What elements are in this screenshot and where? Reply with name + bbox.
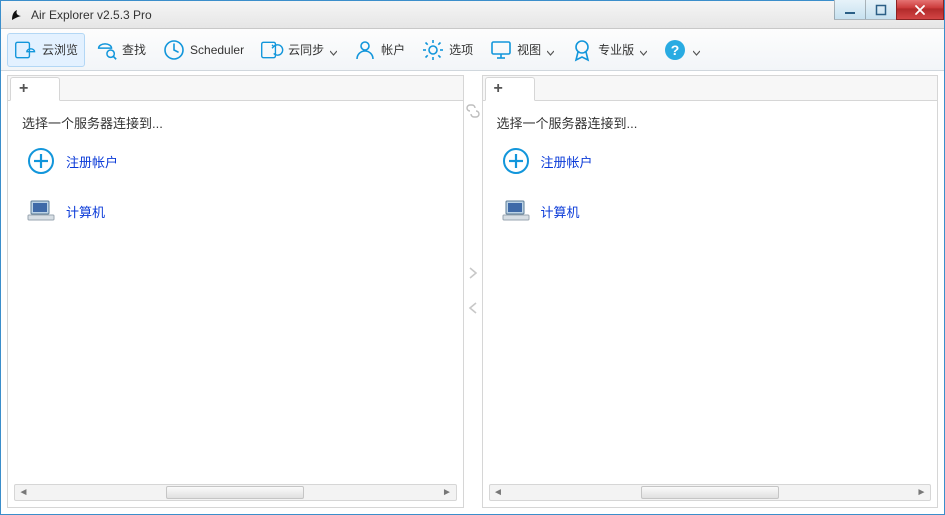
toolbar-cloud-sync-label: 云同步 bbox=[288, 41, 324, 58]
right-computer-link[interactable]: 计算机 bbox=[541, 202, 580, 221]
link-panes-icon[interactable] bbox=[465, 103, 481, 122]
plus-icon: + bbox=[19, 80, 28, 98]
left-register-link[interactable]: 注册帐户 bbox=[66, 152, 118, 171]
left-prompt-text: 选择一个服务器连接到... bbox=[22, 113, 453, 132]
toolbar-view-label: 视图 bbox=[517, 41, 541, 58]
right-prompt-text: 选择一个服务器连接到... bbox=[497, 113, 928, 132]
minimize-button[interactable] bbox=[834, 0, 866, 20]
toolbar-scheduler-label: Scheduler bbox=[190, 43, 244, 57]
toolbar-accounts-label: 帐户 bbox=[381, 41, 405, 58]
right-add-tab[interactable]: + bbox=[485, 77, 535, 101]
scroll-track[interactable] bbox=[507, 486, 914, 499]
pane-divider[interactable] bbox=[464, 75, 482, 508]
collapse-left-icon[interactable] bbox=[468, 301, 478, 318]
toolbar-cloud-browse-label: 云浏览 bbox=[42, 41, 78, 58]
toolbar-help[interactable]: ? bbox=[656, 33, 707, 67]
left-computer-row[interactable]: 计算机 bbox=[26, 196, 453, 226]
scroll-right-icon[interactable]: ► bbox=[439, 485, 456, 500]
right-tabstrip: + bbox=[483, 76, 938, 101]
clock-icon bbox=[162, 38, 186, 62]
scroll-right-icon[interactable]: ► bbox=[913, 485, 930, 500]
scroll-left-icon[interactable]: ◄ bbox=[15, 485, 32, 500]
plus-icon: + bbox=[494, 80, 503, 98]
left-horizontal-scrollbar[interactable]: ◄ ► bbox=[14, 484, 457, 501]
right-horizontal-scrollbar[interactable]: ◄ ► bbox=[489, 484, 932, 501]
chevron-down-icon bbox=[547, 46, 554, 53]
right-pane: + 选择一个服务器连接到... 注册帐户 计算机 ◄ bbox=[482, 75, 939, 508]
chevron-down-icon bbox=[330, 46, 337, 53]
scroll-thumb[interactable] bbox=[641, 486, 779, 499]
plus-circle-icon bbox=[26, 146, 56, 176]
toolbar-accounts[interactable]: 帐户 bbox=[346, 33, 412, 67]
plus-circle-icon bbox=[501, 146, 531, 176]
app-icon bbox=[9, 7, 25, 23]
computer-icon bbox=[501, 196, 531, 226]
search-cloud-icon bbox=[94, 38, 118, 62]
toolbar-search-label: 查找 bbox=[122, 41, 146, 58]
gear-icon bbox=[421, 38, 445, 62]
close-button[interactable] bbox=[896, 0, 944, 20]
user-icon bbox=[353, 38, 377, 62]
toolbar-search[interactable]: 查找 bbox=[87, 33, 153, 67]
badge-icon bbox=[570, 38, 594, 62]
help-icon: ? bbox=[663, 38, 687, 62]
monitor-icon bbox=[489, 38, 513, 62]
chevron-down-icon bbox=[640, 46, 647, 53]
cloud-browse-icon bbox=[14, 38, 38, 62]
svg-text:?: ? bbox=[671, 42, 680, 58]
toolbar-pro-label: 专业版 bbox=[598, 41, 634, 58]
content-area: + 选择一个服务器连接到... 注册帐户 计算机 ◄ bbox=[1, 71, 944, 514]
chevron-down-icon bbox=[693, 46, 700, 53]
toolbar-options-label: 选项 bbox=[449, 41, 473, 58]
main-toolbar: 云浏览 查找 Scheduler 云同步 帐户 选项 视图 bbox=[1, 29, 944, 71]
title-bar: Air Explorer v2.5.3 Pro bbox=[1, 1, 944, 29]
left-computer-link[interactable]: 计算机 bbox=[66, 202, 105, 221]
left-tabstrip: + bbox=[8, 76, 463, 101]
right-register-row[interactable]: 注册帐户 bbox=[501, 146, 928, 176]
scroll-left-icon[interactable]: ◄ bbox=[490, 485, 507, 500]
sync-icon bbox=[260, 38, 284, 62]
toolbar-cloud-sync[interactable]: 云同步 bbox=[253, 33, 344, 67]
scroll-thumb[interactable] bbox=[166, 486, 304, 499]
toolbar-pro[interactable]: 专业版 bbox=[563, 33, 654, 67]
maximize-button[interactable] bbox=[865, 0, 897, 20]
toolbar-cloud-browse[interactable]: 云浏览 bbox=[7, 33, 85, 67]
toolbar-scheduler[interactable]: Scheduler bbox=[155, 33, 251, 67]
scroll-track[interactable] bbox=[32, 486, 439, 499]
left-add-tab[interactable]: + bbox=[10, 77, 60, 101]
right-computer-row[interactable]: 计算机 bbox=[501, 196, 928, 226]
computer-icon bbox=[26, 196, 56, 226]
toolbar-options[interactable]: 选项 bbox=[414, 33, 480, 67]
window-title: Air Explorer v2.5.3 Pro bbox=[31, 8, 152, 22]
toolbar-view[interactable]: 视图 bbox=[482, 33, 561, 67]
right-register-link[interactable]: 注册帐户 bbox=[541, 152, 593, 171]
left-register-row[interactable]: 注册帐户 bbox=[26, 146, 453, 176]
left-pane: + 选择一个服务器连接到... 注册帐户 计算机 ◄ bbox=[7, 75, 464, 508]
collapse-right-icon[interactable] bbox=[468, 266, 478, 283]
